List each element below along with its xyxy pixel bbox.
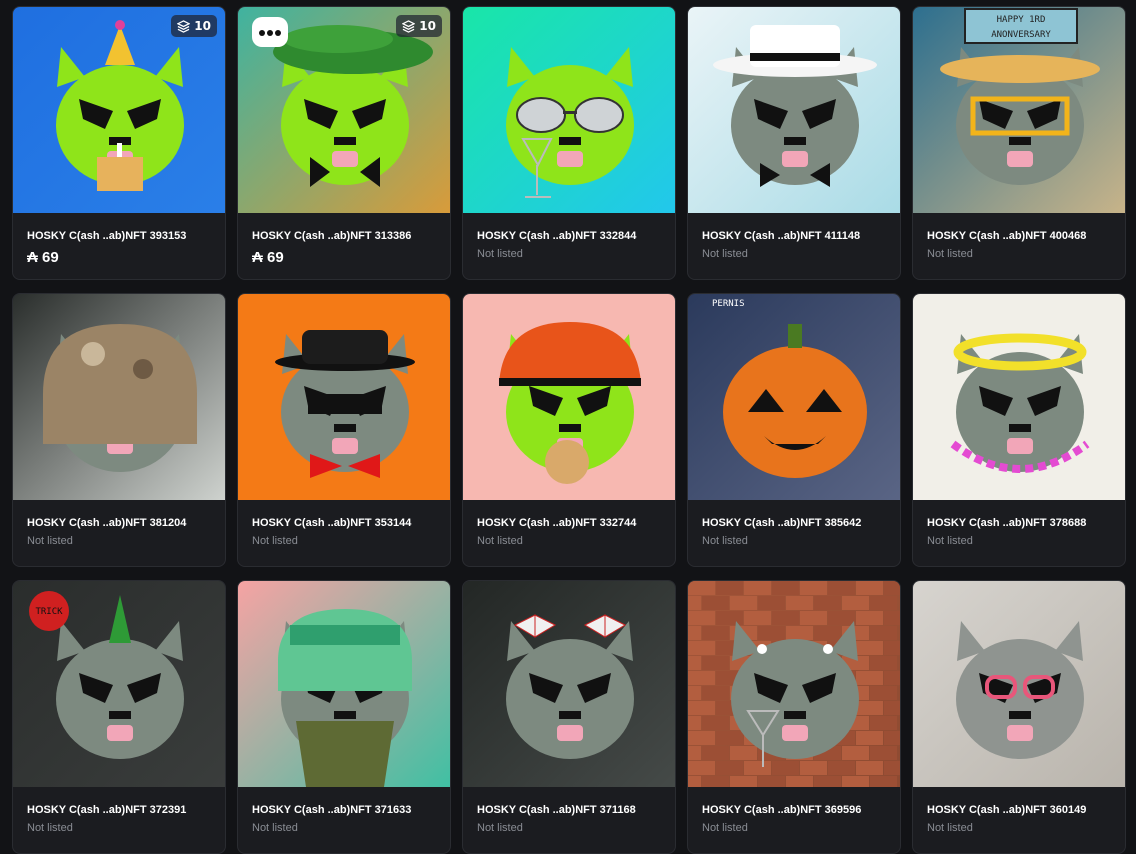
stack-layers-icon — [177, 19, 191, 33]
hosky-face — [506, 621, 634, 759]
nft-name[interactable]: HOSKY C(ash ..ab)NFT 411148 — [702, 230, 900, 242]
card-info: HOSKY C(ash ..ab)NFT 332744 Not listed — [463, 500, 675, 547]
card-info: HOSKY C(ash ..ab)NFT 378688 Not listed — [913, 500, 1125, 547]
nft-artwork[interactable]: 10 — [13, 7, 225, 213]
nft-card[interactable]: HOSKY C(ash ..ab)NFT 381204 Not listed — [12, 293, 226, 567]
listing-status: Not listed — [252, 535, 298, 547]
nft-artwork[interactable] — [463, 581, 675, 787]
nft-grid: 10 HOSKY C(ash ..ab)NFT 393153 ₳ 69 10 HOSKY… — [12, 6, 1126, 854]
card-info: HOSKY C(ash ..ab)NFT 371633 Not listed — [238, 787, 450, 834]
hosky-face — [956, 334, 1084, 472]
svg-text:PERNIS: PERNIS — [712, 299, 745, 309]
nft-card[interactable]: HOSKY C(ash ..ab)NFT 411148 Not listed — [687, 6, 901, 280]
listing-status: Not listed — [252, 822, 298, 834]
nft-name[interactable]: HOSKY C(ash ..ab)NFT 400468 — [927, 230, 1125, 242]
nft-name[interactable]: HOSKY C(ash ..ab)NFT 332844 — [477, 230, 675, 242]
hosky-face — [956, 621, 1084, 759]
edition-count: 10 — [194, 19, 211, 33]
listing-status: Not listed — [477, 822, 523, 834]
nft-artwork[interactable]: 10 — [238, 7, 450, 213]
card-info: HOSKY C(ash ..ab)NFT 393153 ₳ 69 — [13, 213, 225, 266]
nft-name[interactable]: HOSKY C(ash ..ab)NFT 332744 — [477, 517, 675, 529]
edition-badge: 10 — [396, 15, 442, 37]
nft-name[interactable]: HOSKY C(ash ..ab)NFT 313386 — [252, 230, 450, 242]
nft-name[interactable]: HOSKY C(ash ..ab)NFT 353144 — [252, 517, 450, 529]
listing-status: Not listed — [927, 248, 973, 260]
nft-card[interactable]: TRICK HOSKY C(ash ..ab)NFT 372391 Not list… — [12, 580, 226, 854]
hosky-face — [731, 621, 859, 759]
card-info: HOSKY C(ash ..ab)NFT 411148 Not listed — [688, 213, 900, 260]
nft-name[interactable]: HOSKY C(ash ..ab)NFT 381204 — [27, 517, 225, 529]
card-info: HOSKY C(ash ..ab)NFT 372391 Not listed — [13, 787, 225, 834]
svg-text:ANONVERSARY: ANONVERSARY — [991, 30, 1051, 40]
listing-status: Not listed — [477, 248, 523, 260]
edition-count: 10 — [419, 19, 436, 33]
card-info: HOSKY C(ash ..ab)NFT 353144 Not listed — [238, 500, 450, 547]
helmet-icon — [43, 324, 197, 444]
nft-name[interactable]: HOSKY C(ash ..ab)NFT 369596 — [702, 804, 900, 816]
nft-card[interactable]: HOSKY C(ash ..ab)NFT 378688 Not listed — [912, 293, 1126, 567]
nft-price: ₳ 69 — [252, 249, 284, 266]
svg-text:TRICK: TRICK — [35, 607, 63, 617]
nft-card[interactable]: 10 HOSKY C(ash ..ab)NFT 393153 ₳ 69 — [12, 6, 226, 280]
nft-card[interactable]: HOSKY C(ash ..ab)NFT 371168 Not listed — [462, 580, 676, 854]
nft-artwork[interactable] — [913, 581, 1125, 787]
nft-card[interactable]: HOSKY C(ash ..ab)NFT 353144 Not listed — [237, 293, 451, 567]
nft-card[interactable]: HAPPY 1RD ANONVERSARY HOSKY C(ash ..ab)NFT… — [912, 6, 1126, 280]
nft-card[interactable]: HOSKY C(ash ..ab)NFT 371633 Not listed — [237, 580, 451, 854]
nft-card[interactable]: HOSKY C(ash ..ab)NFT 369596 Not listed — [687, 580, 901, 854]
nft-artwork[interactable] — [463, 294, 675, 500]
listing-status: Not listed — [927, 535, 973, 547]
nft-artwork[interactable] — [13, 294, 225, 500]
listing-status: Not listed — [702, 822, 748, 834]
nft-name[interactable]: HOSKY C(ash ..ab)NFT 393153 — [27, 230, 225, 242]
svg-text:HAPPY 1RD: HAPPY 1RD — [997, 15, 1046, 25]
nft-artwork[interactable]: TRICK — [13, 581, 225, 787]
nft-name[interactable]: HOSKY C(ash ..ab)NFT 371168 — [477, 804, 675, 816]
card-info: HOSKY C(ash ..ab)NFT 400468 Not listed — [913, 213, 1125, 260]
stack-layers-icon — [402, 19, 416, 33]
nft-name[interactable]: HOSKY C(ash ..ab)NFT 371633 — [252, 804, 450, 816]
nft-name[interactable]: HOSKY C(ash ..ab)NFT 385642 — [702, 517, 900, 529]
nft-artwork[interactable] — [688, 7, 900, 213]
nft-card[interactable]: HOSKY C(ash ..ab)NFT 360149 Not listed — [912, 580, 1126, 854]
nft-artwork[interactable] — [463, 7, 675, 213]
listing-status: Not listed — [27, 822, 73, 834]
card-info: HOSKY C(ash ..ab)NFT 313386 ₳ 69 — [238, 213, 450, 266]
nft-artwork[interactable] — [688, 581, 900, 787]
listing-status: Not listed — [702, 535, 748, 547]
nft-artwork[interactable]: HAPPY 1RD ANONVERSARY — [913, 7, 1125, 213]
nft-artwork[interactable] — [238, 581, 450, 787]
listing-status: Not listed — [27, 535, 73, 547]
card-info: HOSKY C(ash ..ab)NFT 360149 Not listed — [913, 787, 1125, 834]
nft-card[interactable]: HOSKY C(ash ..ab)NFT 332744 Not listed — [462, 293, 676, 567]
nft-artwork[interactable] — [238, 294, 450, 500]
nft-artwork[interactable] — [913, 294, 1125, 500]
nft-card[interactable]: PERNIS HOSKY C(ash ..ab)NFT 385642 Not lis… — [687, 293, 901, 567]
nft-artwork[interactable]: PERNIS — [688, 294, 900, 500]
nft-card[interactable]: 10 HOSKY C(ash ..ab)NFT 313386 ₳ 69 — [237, 6, 451, 280]
card-info: HOSKY C(ash ..ab)NFT 332844 Not listed — [463, 213, 675, 260]
nft-name[interactable]: HOSKY C(ash ..ab)NFT 378688 — [927, 517, 1125, 529]
listing-status: Not listed — [927, 822, 973, 834]
edition-badge: 10 — [171, 15, 217, 37]
card-info: HOSKY C(ash ..ab)NFT 371168 Not listed — [463, 787, 675, 834]
nft-card[interactable]: HOSKY C(ash ..ab)NFT 332844 Not listed — [462, 6, 676, 280]
nft-price: ₳ 69 — [27, 249, 59, 266]
card-info: HOSKY C(ash ..ab)NFT 385642 Not listed — [688, 500, 900, 547]
nft-name[interactable]: HOSKY C(ash ..ab)NFT 360149 — [927, 804, 1125, 816]
card-info: HOSKY C(ash ..ab)NFT 381204 Not listed — [13, 500, 225, 547]
listing-status: Not listed — [702, 248, 748, 260]
nft-name[interactable]: HOSKY C(ash ..ab)NFT 372391 — [27, 804, 225, 816]
listing-status: Not listed — [477, 535, 523, 547]
card-info: HOSKY C(ash ..ab)NFT 369596 Not listed — [688, 787, 900, 834]
